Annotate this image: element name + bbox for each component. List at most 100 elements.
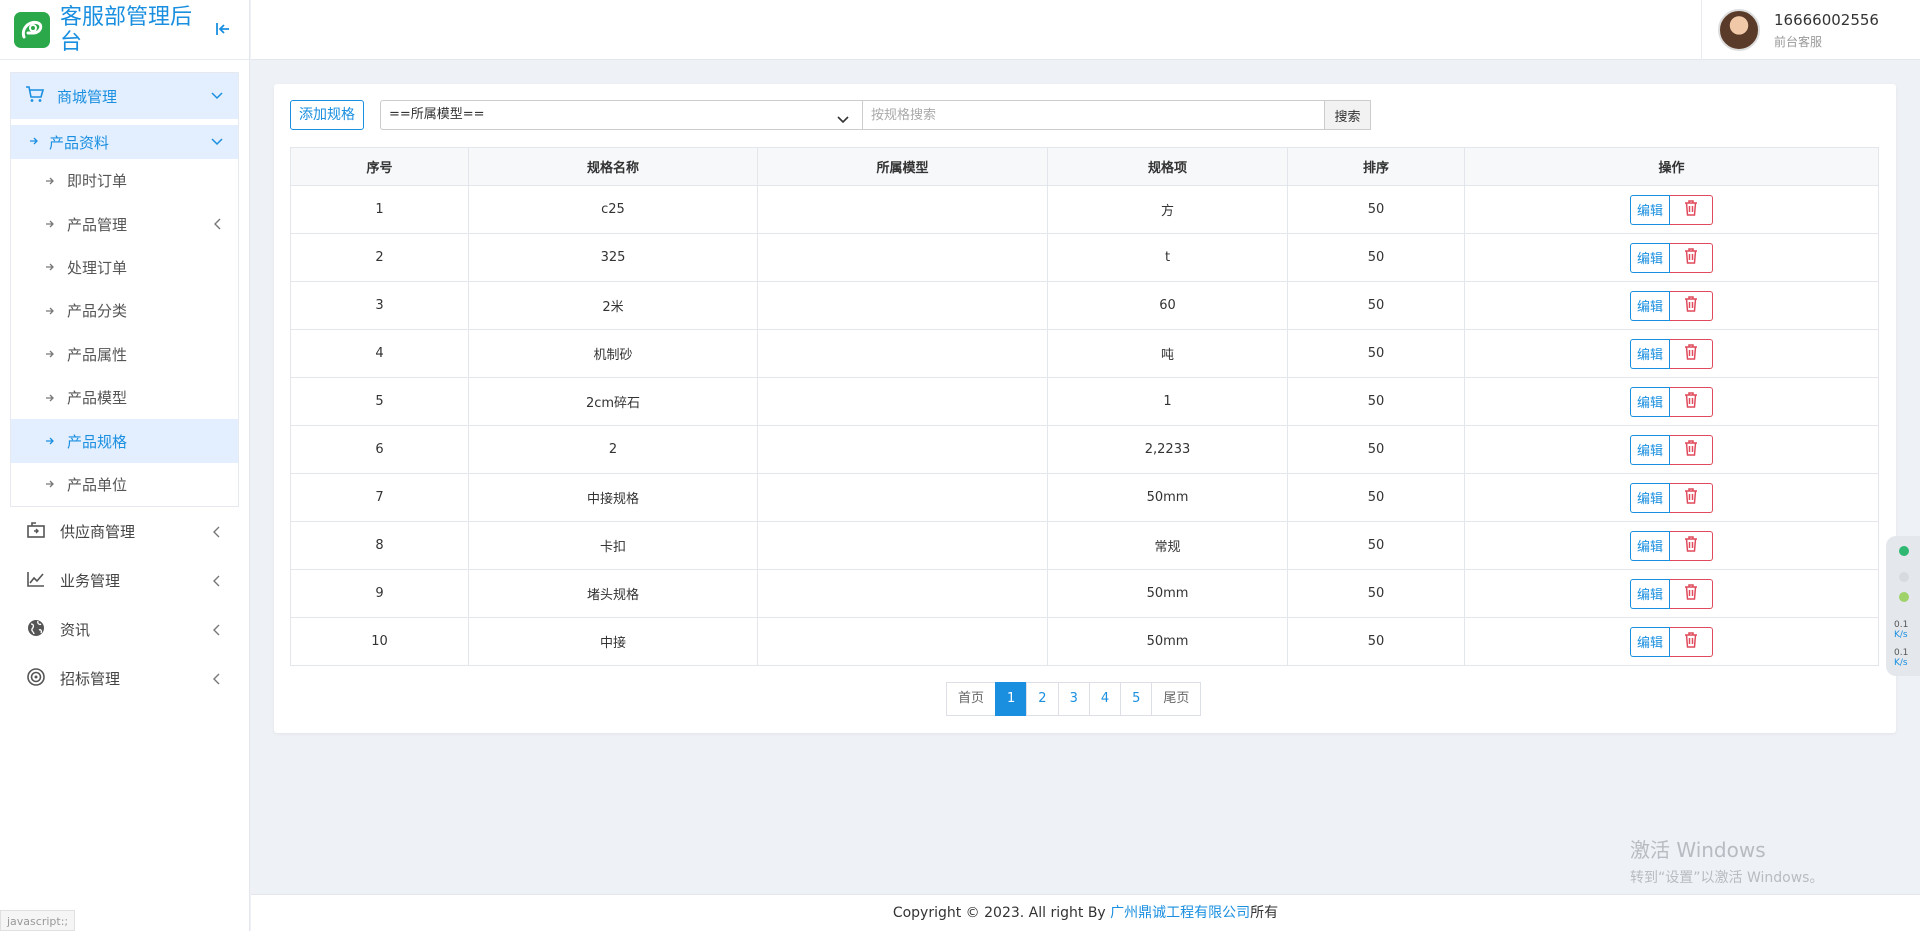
sidebar-item-product-spec[interactable]: 产品规格 xyxy=(11,419,238,463)
cell-actions: 编辑 xyxy=(1464,425,1879,474)
cell-model xyxy=(757,281,1048,330)
cell-actions: 编辑 xyxy=(1464,617,1879,666)
chevron-left-icon xyxy=(210,217,224,231)
download-speed: 0.1 xyxy=(1894,648,1909,658)
menu-item-product-info[interactable]: 产品资料 xyxy=(11,125,238,159)
arrow-right-icon xyxy=(45,389,55,407)
sidebar-item-product-management[interactable]: 产品管理 xyxy=(11,202,238,245)
user-info: 16666002556 前台客服 xyxy=(1774,11,1879,50)
model-select[interactable]: ==所属模型== xyxy=(380,100,863,130)
cell-actions: 编辑 xyxy=(1464,233,1879,282)
delete-button[interactable] xyxy=(1670,386,1713,417)
chevron-left-icon xyxy=(209,672,223,686)
table-row: 2 325 t 50 编辑 xyxy=(290,233,1879,282)
page-3[interactable]: 3 xyxy=(1057,682,1090,716)
user-phone: 16666002556 xyxy=(1774,10,1879,29)
edit-button[interactable]: 编辑 xyxy=(1629,482,1670,513)
delete-button[interactable] xyxy=(1670,530,1713,561)
column-header-actions: 操作 xyxy=(1464,147,1879,186)
edit-button[interactable]: 编辑 xyxy=(1629,578,1670,609)
page-5[interactable]: 5 xyxy=(1120,682,1153,716)
footer: Copyright © 2023. All right By 广州鼎诚工程有限公… xyxy=(251,894,1920,931)
table-row: 10 中接 50mm 50 编辑 xyxy=(290,617,1879,666)
cell-no: 10 xyxy=(290,617,469,666)
page-last[interactable]: 尾页 xyxy=(1151,682,1202,716)
page-1[interactable]: 1 xyxy=(995,682,1028,716)
cell-no: 5 xyxy=(290,377,469,426)
edit-button[interactable]: 编辑 xyxy=(1629,242,1670,273)
sidebar-item-product-model[interactable]: 产品模型 xyxy=(11,376,238,419)
edit-button[interactable]: 编辑 xyxy=(1629,434,1670,465)
user-menu[interactable]: 16666002556 前台客服 xyxy=(1701,0,1920,60)
page-first[interactable]: 首页 xyxy=(946,682,997,716)
delete-button[interactable] xyxy=(1670,434,1713,465)
delete-button[interactable] xyxy=(1670,290,1713,321)
edit-button[interactable]: 编辑 xyxy=(1629,290,1670,321)
page-2[interactable]: 2 xyxy=(1026,682,1059,716)
delete-button[interactable] xyxy=(1670,626,1713,657)
sidebar-item-label: 资讯 xyxy=(60,621,91,640)
trash-icon xyxy=(1684,487,1698,508)
avatar[interactable] xyxy=(1718,9,1760,51)
cell-spec-name: 中接规格 xyxy=(468,473,758,522)
download-unit: K/s xyxy=(1894,658,1908,668)
network-speed-widget[interactable]: 0.1 K/s 0.1 K/s xyxy=(1886,536,1920,676)
delete-button[interactable] xyxy=(1670,482,1713,513)
cell-sort: 50 xyxy=(1287,521,1465,570)
cell-no: 3 xyxy=(290,281,469,330)
sidebar-item-news[interactable]: 资讯 xyxy=(0,605,249,654)
edit-button[interactable]: 编辑 xyxy=(1629,338,1670,369)
sidebar-item-business[interactable]: 业务管理 xyxy=(0,556,249,605)
cell-spec-name: 中接 xyxy=(468,617,758,666)
sidebar-item-product-unit[interactable]: 产品单位 xyxy=(11,463,238,506)
arrow-right-icon xyxy=(45,302,55,320)
cell-sort: 50 xyxy=(1287,425,1465,474)
sidebar-item-label: 产品管理 xyxy=(67,215,128,234)
spec-table: 序号 规格名称 所属模型 规格项 排序 操作 1 c25 方 50 编辑 2 325 t 50 编… xyxy=(290,147,1879,666)
trash-icon xyxy=(1684,535,1698,556)
delete-button[interactable] xyxy=(1670,194,1713,225)
delete-button[interactable] xyxy=(1670,242,1713,273)
cell-spec-item: t xyxy=(1047,233,1288,282)
cell-model xyxy=(757,185,1048,234)
sidebar-item-instant-orders[interactable]: 即时订单 xyxy=(11,159,238,202)
sidebar-item-bidding[interactable]: 招标管理 xyxy=(0,654,249,703)
pagination: 首页 1 2 3 4 5 尾页 xyxy=(946,682,1202,716)
watermark-title: 激活 Windows xyxy=(1630,838,1766,862)
edit-button[interactable]: 编辑 xyxy=(1629,530,1670,561)
edit-button[interactable]: 编辑 xyxy=(1629,194,1670,225)
search-button[interactable]: 搜索 xyxy=(1325,100,1371,130)
cell-actions: 编辑 xyxy=(1464,377,1879,426)
cell-model xyxy=(757,473,1048,522)
cell-no: 8 xyxy=(290,521,469,570)
edit-button[interactable]: 编辑 xyxy=(1629,386,1670,417)
column-header-sort: 排序 xyxy=(1287,147,1465,186)
column-header-name: 规格名称 xyxy=(468,147,758,186)
edit-button[interactable]: 编辑 xyxy=(1629,626,1670,657)
arrow-right-icon xyxy=(45,172,55,190)
sidebar-item-process-orders[interactable]: 处理订单 xyxy=(11,246,238,289)
sidebar-item-product-attribute[interactable]: 产品属性 xyxy=(11,333,238,376)
table-row: 5 2cm碎石 1 50 编辑 xyxy=(290,377,1879,426)
table-row: 3 2米 60 50 编辑 xyxy=(290,281,1879,330)
sidebar-item-supplier[interactable]: 供应商管理 xyxy=(0,507,249,556)
add-spec-button[interactable]: 添加规格 xyxy=(290,100,364,130)
menu-item-mall[interactable]: 商城管理 xyxy=(11,73,238,119)
sidebar-item-product-category[interactable]: 产品分类 xyxy=(11,289,238,332)
sidebar-item-label: 供应商管理 xyxy=(60,523,136,542)
cell-model xyxy=(757,617,1048,666)
page-4[interactable]: 4 xyxy=(1088,682,1122,716)
delete-button[interactable] xyxy=(1670,578,1713,609)
trash-icon xyxy=(1684,583,1698,604)
spec-search-input[interactable] xyxy=(863,100,1325,130)
company-link[interactable]: 广州鼎诚工程有限公司 xyxy=(1110,905,1250,921)
cell-no: 7 xyxy=(290,473,469,522)
app-title: 客服部管理后台 xyxy=(60,4,193,55)
cell-spec-name: 2米 xyxy=(468,281,758,330)
collapse-sidebar-icon[interactable] xyxy=(213,19,233,39)
cell-sort: 50 xyxy=(1287,473,1465,522)
trash-icon xyxy=(1684,343,1698,364)
cell-no: 9 xyxy=(290,569,469,618)
table-row: 1 c25 方 50 编辑 xyxy=(290,185,1879,234)
delete-button[interactable] xyxy=(1670,338,1713,369)
